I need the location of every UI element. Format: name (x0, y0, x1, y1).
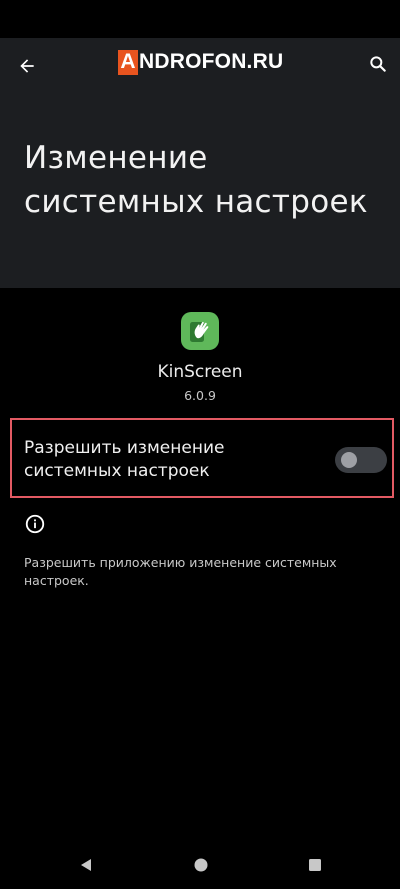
brand-logo-letter: A (118, 49, 138, 75)
info-icon (24, 513, 46, 535)
allow-modify-settings-switch[interactable] (335, 447, 387, 473)
allow-modify-settings-label: Разрешить изменение системных настроек (24, 438, 225, 481)
circle-home-icon (194, 858, 208, 872)
setting-description: Разрешить приложению изменение системных… (24, 555, 337, 588)
nav-recents-button[interactable] (304, 854, 326, 876)
navigation-bar (0, 840, 400, 889)
brand-logo-text: NDROFON.RU (139, 50, 284, 73)
nav-back-button[interactable] (75, 854, 97, 876)
app-header: A NDROFON.RU Изменение системных настрое… (0, 38, 400, 288)
app-version: 6.0.9 (184, 388, 216, 403)
search-button[interactable] (362, 48, 394, 80)
search-icon (370, 56, 386, 72)
back-button[interactable] (11, 50, 43, 82)
brand-logo: A NDROFON.RU (118, 49, 283, 75)
triangle-back-icon (81, 859, 91, 871)
page-title: Изменение системных настроек (24, 140, 368, 220)
arrow-left-icon (20, 59, 34, 73)
nav-home-button[interactable] (190, 854, 212, 876)
kinscreen-hand-icon (181, 312, 219, 350)
allow-modify-settings-row[interactable]: Разрешить изменение системных настроек (10, 418, 394, 498)
app-info: KinScreen 6.0.9 (0, 312, 400, 403)
square-recents-icon (309, 859, 321, 871)
switch-knob (341, 452, 357, 468)
app-name: KinScreen (157, 362, 243, 382)
status-bar (0, 0, 400, 40)
